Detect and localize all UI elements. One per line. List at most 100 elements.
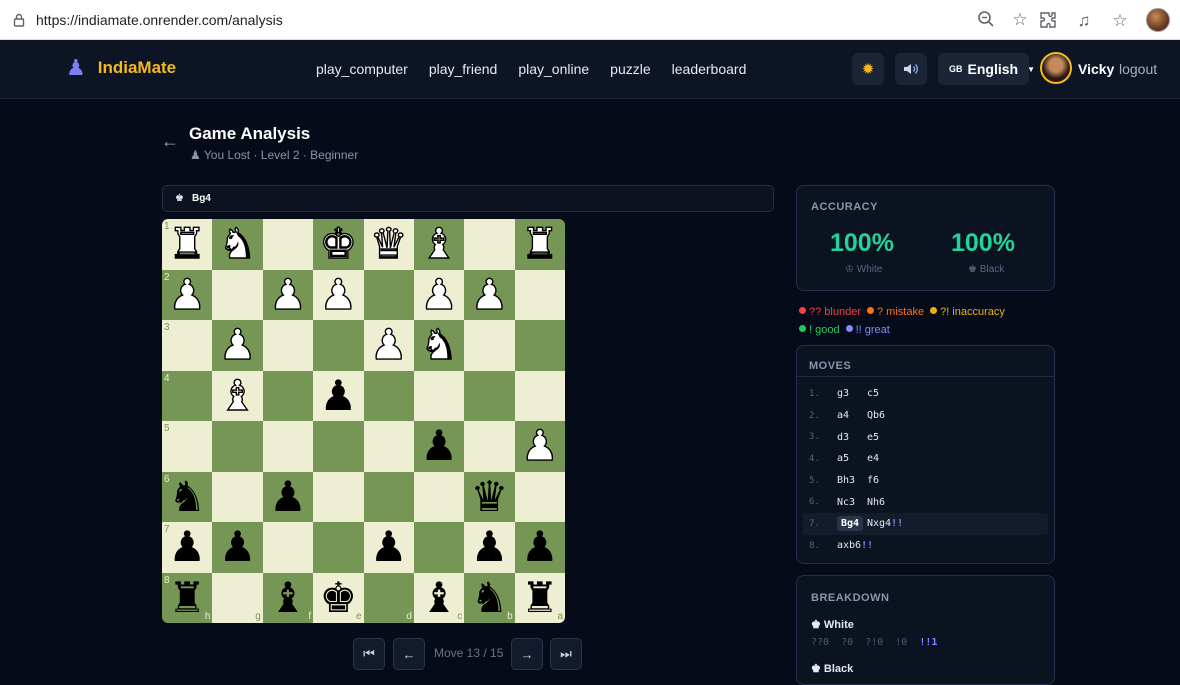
board-square[interactable]: 5: [162, 421, 213, 472]
board-square[interactable]: 7 ♟: [162, 522, 213, 573]
board-square[interactable]: [413, 522, 465, 573]
back-arrow-icon[interactable]: ←: [161, 131, 179, 152]
board-square[interactable]: ♟: [313, 269, 364, 320]
black-move[interactable]: Qb6: [867, 410, 885, 421]
board-square[interactable]: 1 ♜: [162, 219, 213, 270]
board-square[interactable]: [514, 269, 565, 320]
board-square[interactable]: [262, 219, 314, 270]
board-square[interactable]: ♝: [212, 370, 263, 421]
board-square[interactable]: [262, 522, 314, 573]
black-move[interactable]: Nxg4!!: [867, 518, 903, 529]
extensions-icon[interactable]: [1038, 10, 1058, 30]
board-square[interactable]: [363, 471, 414, 522]
white-pawn-icon[interactable]: ♟: [268, 273, 307, 316]
white-pawn-icon[interactable]: ♟: [218, 323, 257, 366]
board-square[interactable]: [313, 471, 364, 522]
white-move[interactable]: Nc3: [837, 497, 855, 508]
black-bishop-icon[interactable]: ♝: [420, 576, 458, 619]
black-move[interactable]: f6: [867, 475, 879, 486]
board-square[interactable]: ♛: [363, 219, 414, 270]
board-square[interactable]: ♟: [212, 522, 263, 573]
theme-toggle-button[interactable]: ✹: [852, 53, 884, 85]
sound-toggle-button[interactable]: [895, 53, 927, 85]
favorites-icon[interactable]: ☆: [1110, 10, 1130, 30]
board-square[interactable]: 6 ♞: [162, 471, 213, 522]
board-square[interactable]: [212, 269, 263, 320]
board-square[interactable]: [363, 269, 414, 320]
chess-board[interactable]: 1 ♜ ♞ ♚ ♛ ♝ ♜ 2 ♟ ♟ ♟ ♟ ♟ 3 ♟ ♟ ♞ 4 ♝ ♟ 5 ♟ ♟ 6 ♞ ♟ ♛ 7 ♟ ♟ ♟ ♟ ♟ 8 h ♜ g f ♝ e…: [162, 219, 565, 623]
white-queen-icon[interactable]: ♛: [369, 222, 408, 265]
white-rook-icon[interactable]: ♜: [520, 222, 559, 265]
board-square[interactable]: [413, 471, 465, 522]
board-square[interactable]: 8 h ♜: [162, 572, 213, 623]
black-move[interactable]: c5: [867, 388, 879, 399]
board-square[interactable]: ♟: [363, 522, 414, 573]
white-bishop-icon[interactable]: ♝: [218, 374, 257, 417]
brand-logo[interactable]: ♟ IndiaMate: [66, 57, 176, 79]
board-square[interactable]: [262, 320, 314, 371]
white-pawn-icon[interactable]: ♟: [369, 323, 408, 366]
board-square[interactable]: ♟: [262, 269, 314, 320]
board-square[interactable]: [262, 370, 314, 421]
board-square[interactable]: ♟: [514, 522, 565, 573]
white-pawn-icon[interactable]: ♟: [168, 273, 207, 316]
board-square[interactable]: ♟: [413, 269, 465, 320]
board-square[interactable]: ♞: [212, 219, 263, 270]
black-pawn-icon[interactable]: ♟: [420, 425, 458, 467]
board-square[interactable]: ♟: [413, 421, 465, 472]
black-move[interactable]: Nh6: [867, 497, 885, 508]
first-move-button[interactable]: ⏮: [353, 638, 385, 670]
white-move[interactable]: Bg4: [837, 516, 864, 532]
board-square[interactable]: ♞: [413, 320, 465, 371]
board-square[interactable]: g: [212, 572, 263, 623]
board-square[interactable]: [313, 522, 364, 573]
user-avatar[interactable]: [1040, 52, 1072, 84]
board-square[interactable]: ♝: [413, 219, 465, 270]
board-square[interactable]: [363, 421, 414, 472]
white-king-icon[interactable]: ♚: [319, 222, 358, 265]
board-square[interactable]: ♜: [514, 219, 565, 270]
white-move[interactable]: g3: [837, 388, 849, 399]
white-bishop-icon[interactable]: ♝: [420, 222, 459, 265]
board-square[interactable]: [262, 421, 314, 472]
board-square[interactable]: ♛: [464, 471, 515, 522]
board-square[interactable]: [363, 370, 414, 421]
browser-profile-avatar[interactable]: [1146, 8, 1170, 32]
black-move[interactable]: e5: [867, 432, 879, 443]
black-queen-icon[interactable]: ♛: [471, 475, 509, 518]
nav-link-play-online[interactable]: play_online: [518, 61, 589, 77]
black-rook-icon[interactable]: ♜: [521, 576, 559, 619]
black-knight-icon[interactable]: ♞: [471, 576, 509, 619]
black-pawn-icon[interactable]: ♟: [521, 526, 559, 568]
black-knight-icon[interactable]: ♞: [168, 475, 206, 518]
board-square[interactable]: ♟: [212, 320, 263, 371]
board-square[interactable]: [313, 320, 364, 371]
board-square[interactable]: [464, 320, 515, 371]
board-square[interactable]: 3: [162, 320, 213, 371]
board-square[interactable]: 2 ♟: [162, 269, 213, 320]
board-square[interactable]: ♟: [464, 269, 515, 320]
board-square[interactable]: [313, 421, 364, 472]
white-move[interactable]: axb6!!: [837, 540, 873, 551]
logout-link[interactable]: logout: [1119, 61, 1157, 77]
black-move[interactable]: e4: [867, 453, 879, 464]
black-pawn-icon[interactable]: ♟: [319, 374, 357, 417]
black-pawn-icon[interactable]: ♟: [168, 526, 206, 568]
url-text[interactable]: https://indiamate.onrender.com/analysis: [36, 12, 283, 28]
zoom-icon[interactable]: [976, 9, 996, 29]
white-move[interactable]: Bh3: [837, 475, 855, 486]
board-square[interactable]: ♟: [262, 471, 314, 522]
board-square[interactable]: [212, 471, 263, 522]
next-move-button[interactable]: →: [511, 638, 543, 670]
black-rook-icon[interactable]: ♜: [168, 576, 206, 619]
board-square[interactable]: [514, 370, 565, 421]
board-square[interactable]: d: [363, 572, 414, 623]
board-square[interactable]: 4: [162, 370, 213, 421]
board-square[interactable]: [413, 370, 465, 421]
board-square[interactable]: b ♞: [464, 572, 515, 623]
nav-link-play-friend[interactable]: play_friend: [429, 61, 498, 77]
white-pawn-icon[interactable]: ♟: [420, 273, 459, 316]
site-info-icon[interactable]: [12, 13, 26, 27]
board-square[interactable]: [212, 421, 263, 472]
language-selector[interactable]: GB English ▼: [938, 53, 1035, 85]
